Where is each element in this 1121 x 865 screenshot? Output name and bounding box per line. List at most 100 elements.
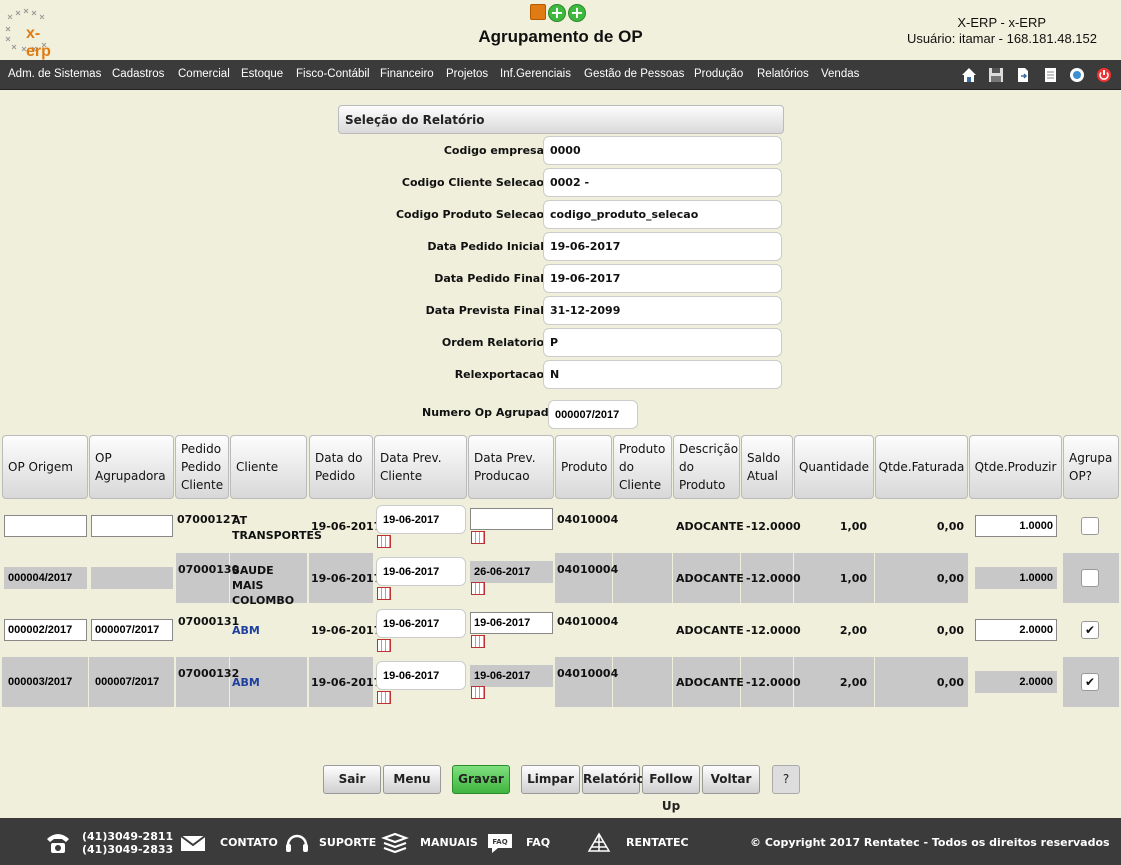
help-icon[interactable] <box>1067 66 1086 84</box>
calendar-icon[interactable] <box>471 635 485 648</box>
agrupa-checkbox[interactable]: ✔ <box>1081 673 1099 691</box>
menu-projetos[interactable]: Projetos <box>446 68 488 80</box>
data-prev-producao-input[interactable] <box>470 508 553 530</box>
footer-contato-link[interactable]: CONTATO <box>220 836 278 849</box>
followup-button[interactable]: Follow Up <box>642 765 700 813</box>
op-origem-input[interactable] <box>4 515 87 537</box>
grey-cell <box>555 553 612 603</box>
op-agrupadora-input[interactable] <box>91 671 173 693</box>
op-agrupadora-input[interactable] <box>91 567 173 589</box>
calendar-icon[interactable] <box>377 691 391 704</box>
menu-relatorios[interactable]: Relatórios <box>757 68 809 80</box>
save-icon[interactable] <box>986 66 1005 84</box>
calendar-icon[interactable] <box>377 639 391 652</box>
cliente-cell: AT TRANSPORTES <box>232 514 322 542</box>
qtde-produzir-input[interactable] <box>975 619 1057 641</box>
agrupa-checkbox[interactable]: ✔ <box>1081 621 1099 639</box>
help-button[interactable]: ? <box>772 765 800 794</box>
limpar-button[interactable]: Limpar <box>521 765 580 794</box>
menu-vendas[interactable]: Vendas <box>821 68 859 80</box>
ordem-relatorio-input[interactable] <box>543 328 782 357</box>
col-header-quantidade: Quantidade <box>794 435 874 499</box>
col-header-produto-cliente: Produto do Cliente <box>613 435 672 499</box>
codigo-empresa-input[interactable] <box>543 136 782 165</box>
section-title: Seleção do Relatório <box>338 105 784 134</box>
relatorio-button[interactable]: Relatório <box>582 765 645 794</box>
footer-rentatec-link[interactable]: RENTATEC <box>626 836 689 849</box>
data-prev-cliente-input[interactable] <box>376 609 466 638</box>
document-icon[interactable] <box>1040 66 1059 84</box>
op-origem-input[interactable] <box>4 619 87 641</box>
op-origem-input[interactable] <box>4 567 87 589</box>
col-header-saldo: Saldo Atual <box>741 435 793 499</box>
menu-adm-sistemas[interactable]: Adm. de Sistemas <box>8 68 101 80</box>
data-prev-cliente-input[interactable] <box>376 557 466 586</box>
qtde-produzir-input[interactable] <box>975 671 1057 693</box>
qtde-produzir-input[interactable] <box>975 515 1057 537</box>
footer: (41)3049-2811 (41)3049-2833 CONTATO SUPO… <box>0 818 1121 865</box>
calendar-icon[interactable] <box>377 587 391 600</box>
menu-fisco-contabil[interactable]: Fisco-Contábil <box>296 68 370 80</box>
field-row: Codigo Produto Selecao <box>338 200 784 230</box>
footer-manuais-link[interactable]: MANUAIS <box>420 836 478 849</box>
menu-producao[interactable]: Produção <box>694 68 743 80</box>
col-header-descricao: Descrição do Produto <box>673 435 740 499</box>
codigo-produto-input[interactable] <box>543 200 782 229</box>
menu-cadastros[interactable]: Cadastros <box>112 68 164 80</box>
grey-cell <box>613 657 672 707</box>
menu-comercial[interactable]: Comercial <box>178 68 230 80</box>
calendar-icon[interactable] <box>471 582 485 595</box>
saldo-cell: -12.0000 <box>746 520 801 533</box>
relexportacao-input[interactable] <box>543 360 782 389</box>
home-icon[interactable] <box>959 66 978 84</box>
data-prevista-final-input[interactable] <box>543 296 782 325</box>
qtde-produzir-input[interactable] <box>975 567 1057 589</box>
menu-gestao-pessoas[interactable]: Gestão de Pessoas <box>584 68 684 80</box>
add-icon-2[interactable]: + <box>568 4 586 22</box>
presentation-icon[interactable] <box>530 4 546 20</box>
books-icon <box>381 831 409 855</box>
field-label: Codigo Cliente Selecao <box>401 176 544 189</box>
headset-icon <box>283 831 311 855</box>
data-prev-cliente-input[interactable] <box>376 661 466 690</box>
grey-cell <box>613 553 672 603</box>
data-pedido-cell: 19-06-2017 <box>311 572 382 585</box>
cliente-cell: SAUDE MAIS COLOMBO <box>232 564 295 607</box>
menu-button[interactable]: Menu <box>383 765 441 794</box>
footer-suporte-link[interactable]: SUPORTE <box>319 836 376 849</box>
agrupa-checkbox[interactable] <box>1081 517 1099 535</box>
faq-icon: FAQ <box>486 831 514 855</box>
voltar-button[interactable]: Voltar <box>702 765 760 794</box>
codigo-cliente-input[interactable] <box>543 168 782 197</box>
data-pedido-final-input[interactable] <box>543 264 782 293</box>
export-icon[interactable] <box>1013 66 1032 84</box>
produto-cell: 04010004 <box>557 513 619 526</box>
calendar-icon[interactable] <box>471 686 485 699</box>
calendar-icon[interactable] <box>377 535 391 548</box>
numero-op-input[interactable] <box>548 400 638 429</box>
op-agrupadora-input[interactable] <box>91 515 173 537</box>
produto-cell: 04010004 <box>557 667 619 680</box>
add-icon[interactable]: + <box>548 4 566 22</box>
data-pedido-inicial-input[interactable] <box>543 232 782 261</box>
data-prev-producao-input[interactable] <box>470 612 553 634</box>
gravar-button[interactable]: Gravar <box>452 765 510 794</box>
footer-faq-link[interactable]: FAQ <box>526 836 550 849</box>
op-origem-input[interactable] <box>4 671 87 693</box>
data-prev-producao-input[interactable] <box>470 665 553 687</box>
rentatec-logo-icon <box>585 831 613 855</box>
power-icon[interactable] <box>1094 66 1113 84</box>
data-prev-cliente-input[interactable] <box>376 505 466 534</box>
op-agrupadora-input[interactable] <box>91 619 173 641</box>
footer-phone-1: (41)3049-2811 <box>82 830 174 843</box>
menu-financeiro[interactable]: Financeiro <box>380 68 434 80</box>
sair-button[interactable]: Sair <box>323 765 381 794</box>
col-header-data-pedido: Data do Pedido <box>309 435 373 499</box>
menu-estoque[interactable]: Estoque <box>241 68 283 80</box>
calendar-icon[interactable] <box>471 531 485 544</box>
nav-icons <box>959 66 1113 84</box>
menu-inf-gerenciais[interactable]: Inf.Gerenciais <box>500 68 571 80</box>
agrupa-checkbox[interactable] <box>1081 569 1099 587</box>
col-header-qtde-produzir: Qtde.Produzir <box>969 435 1062 499</box>
data-prev-producao-input[interactable] <box>470 561 553 583</box>
